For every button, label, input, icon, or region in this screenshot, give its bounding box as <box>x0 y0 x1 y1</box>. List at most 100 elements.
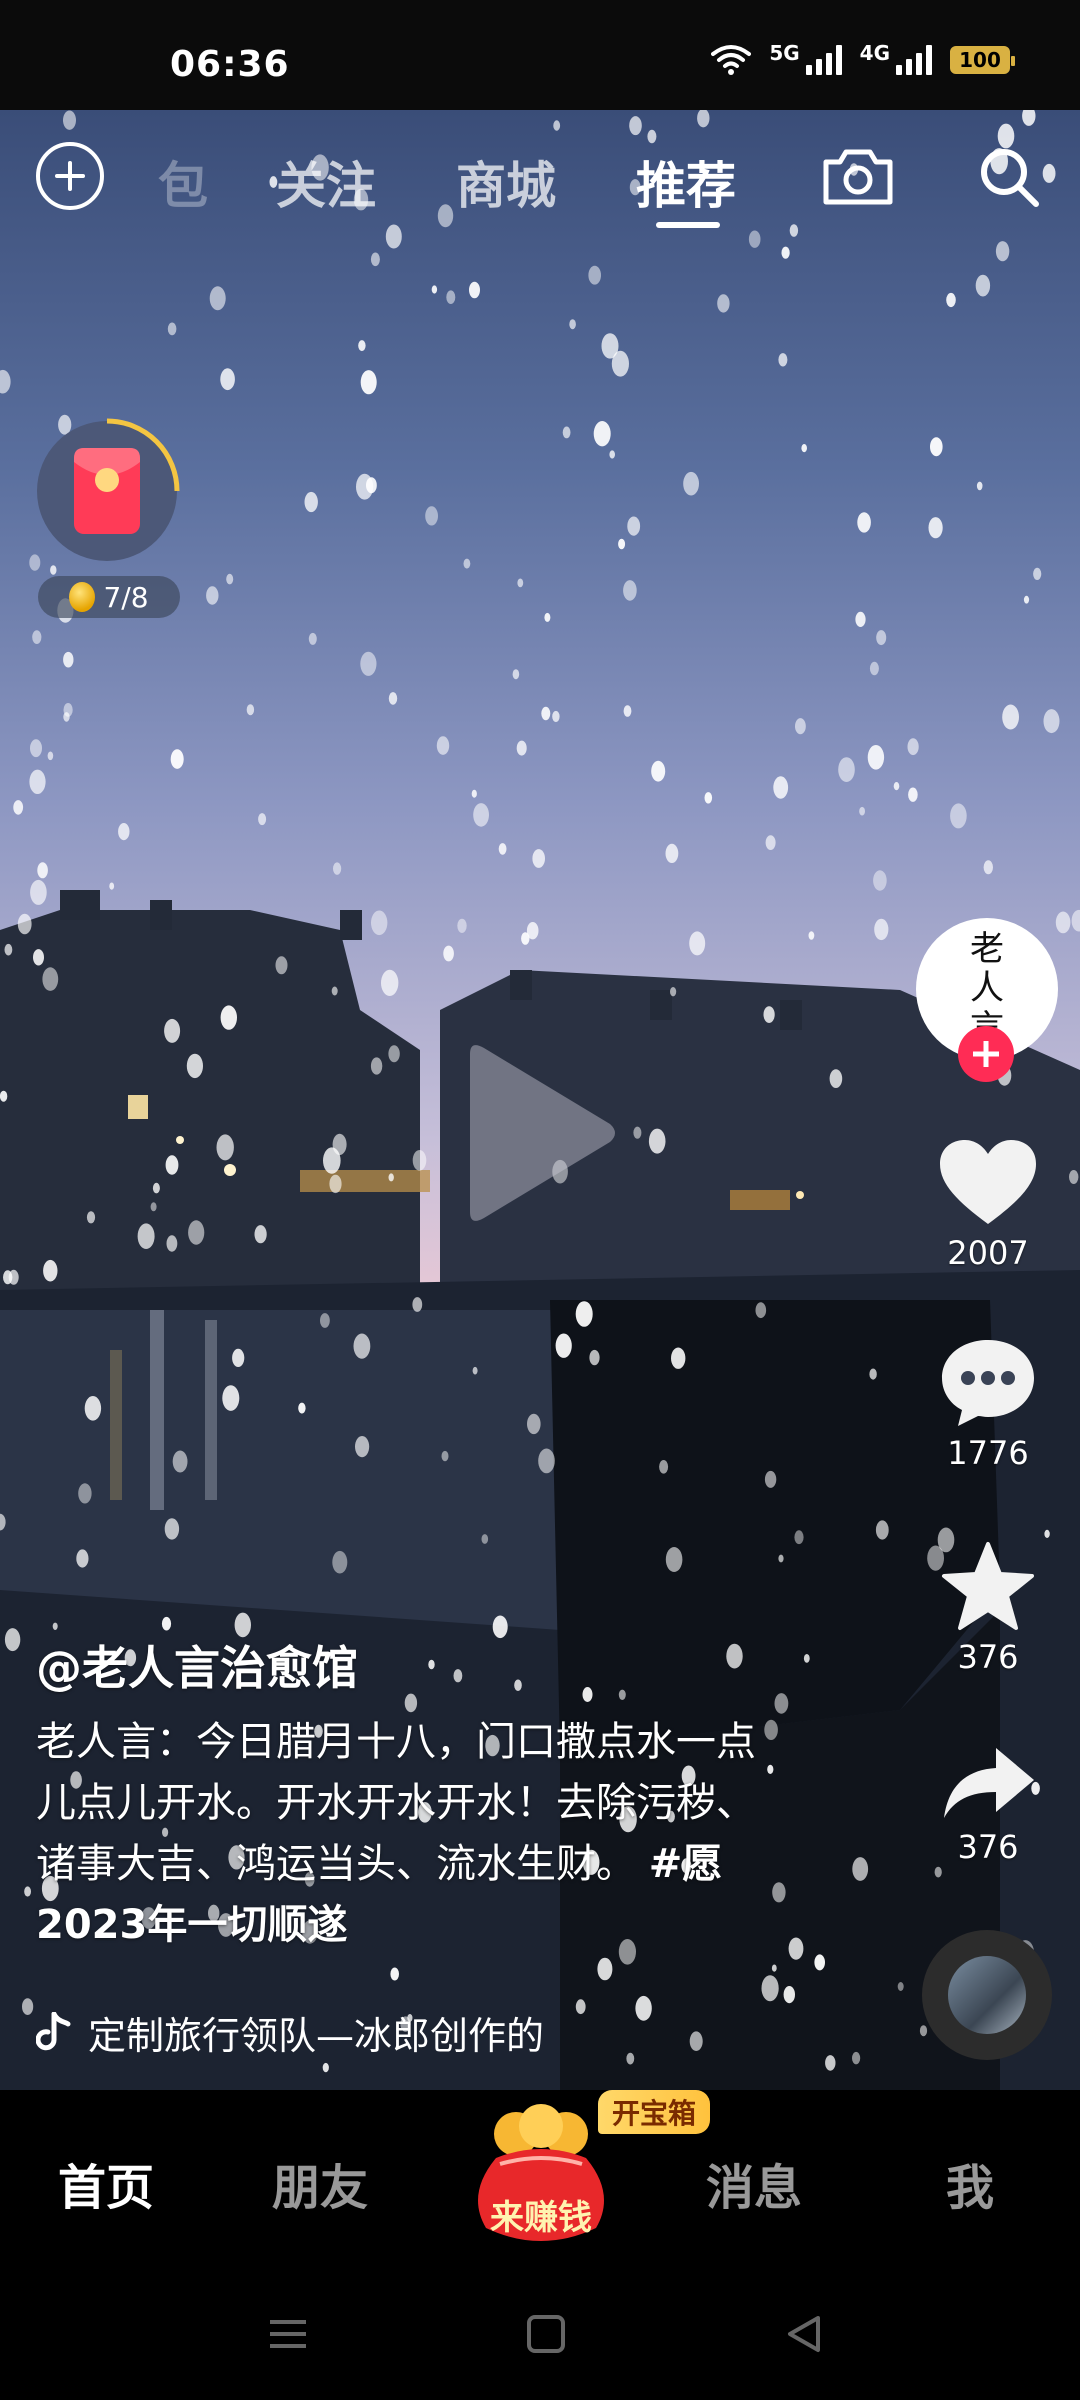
snowflake <box>0 1513 6 1531</box>
snowflake <box>86 1211 96 1224</box>
snowflake <box>78 1483 92 1504</box>
snowflake <box>795 718 806 735</box>
snowflake <box>765 835 776 850</box>
snowflake <box>220 1005 237 1030</box>
snowflake <box>353 1333 371 1359</box>
snowflake <box>404 1693 418 1713</box>
snowflake <box>43 1259 58 1282</box>
add-plus-icon[interactable] <box>36 142 104 210</box>
snowflake <box>186 1053 203 1079</box>
snowflake <box>109 882 115 890</box>
snowflake <box>671 1347 686 1369</box>
tab-mall[interactable]: 商城 <box>456 146 556 218</box>
snowflake <box>569 319 576 330</box>
snowflake <box>626 2052 635 2065</box>
snowflake <box>333 862 342 875</box>
treasure-badge[interactable]: 开宝箱 <box>598 2090 710 2134</box>
snowflake <box>771 1964 777 1972</box>
back-triangle-icon[interactable] <box>784 2314 824 2354</box>
snowflake <box>1043 709 1060 734</box>
snowflake <box>358 340 366 352</box>
snowflake <box>0 1090 8 1102</box>
music-marquee[interactable]: 定制旅行领队—冰郎创作的 <box>36 2006 596 2058</box>
star-icon <box>942 1542 1034 1630</box>
snowflake <box>873 870 887 891</box>
snowflake <box>370 252 380 267</box>
snowflake <box>161 1616 172 1631</box>
snowflake <box>172 1450 188 1473</box>
nav-friends[interactable]: 朋友 <box>272 2148 368 2218</box>
snowflake <box>517 578 524 588</box>
home-square-icon[interactable] <box>526 2314 566 2354</box>
snowflake <box>164 1018 181 1043</box>
search-icon[interactable] <box>976 144 1042 210</box>
music-disc-icon[interactable] <box>922 1930 1052 2060</box>
share-button[interactable]: 376 <box>924 1742 1052 1866</box>
nav-me[interactable]: 我 <box>946 2148 994 2218</box>
snowflake <box>983 860 993 875</box>
comment-button[interactable]: 1776 <box>924 1336 1052 1472</box>
follow-button[interactable] <box>958 1026 1014 1082</box>
snowflake <box>37 862 48 879</box>
play-icon[interactable] <box>460 1040 620 1226</box>
snowflake <box>412 1297 423 1312</box>
snowflake <box>390 1967 400 1981</box>
menu-icon[interactable] <box>268 2314 308 2354</box>
nav-home[interactable]: 首页 <box>58 2148 154 2218</box>
snowflake <box>814 1954 825 1971</box>
snowflake <box>0 369 11 394</box>
snowflake <box>930 437 943 457</box>
snowflake <box>428 1659 435 1670</box>
snowflake <box>150 1202 157 1212</box>
avatar-char-2: 人 <box>970 968 1004 1009</box>
share-count: 376 <box>957 1828 1019 1866</box>
camera-icon[interactable] <box>820 146 896 206</box>
snowflake <box>774 1693 789 1714</box>
snowflake <box>222 1385 240 1411</box>
snowflake <box>30 879 47 905</box>
snowflake <box>651 760 666 782</box>
snowflake <box>472 1366 478 1375</box>
snowflake <box>946 292 956 308</box>
snowflake <box>623 705 632 717</box>
tab-recommend[interactable]: 推荐 <box>636 146 736 218</box>
tab-faded[interactable]: 包 <box>158 146 208 218</box>
snowflake <box>852 1857 869 1881</box>
snowflake <box>232 1348 245 1367</box>
snowflake <box>188 1220 205 1245</box>
snowflake <box>492 1615 508 1639</box>
snowflake <box>609 450 615 459</box>
snowflake <box>388 1045 400 1063</box>
snowflake <box>562 426 571 439</box>
snowflake <box>704 792 713 804</box>
earn-label: 来赚钱 <box>490 2198 592 2238</box>
snowflake <box>755 1302 767 1319</box>
signal-5g-icon <box>805 45 842 75</box>
snowflake <box>859 806 865 816</box>
red-packet-icon[interactable] <box>34 418 180 564</box>
snowflake <box>665 1547 683 1572</box>
snowflake <box>322 2062 329 2073</box>
screen: 06:36 5G 4G 100 包 关注 商城 推荐 7/8 老 人 2007 … <box>0 0 1080 2400</box>
snowflake <box>304 491 318 513</box>
battery-level: 100 <box>959 48 1001 72</box>
snowflake <box>436 736 450 755</box>
status-bar: 06:36 5G 4G 100 <box>0 0 1080 110</box>
snowflake <box>226 573 234 585</box>
snowflake <box>627 516 641 536</box>
nav-messages[interactable]: 消息 <box>706 2148 802 2218</box>
earn-button[interactable]: 来赚钱 <box>466 2104 616 2254</box>
snowflake <box>206 586 219 605</box>
snowflake <box>919 2025 928 2037</box>
snowflake <box>976 481 983 491</box>
battery-icon: 100 <box>950 46 1015 74</box>
author-name[interactable]: @老人言治愈馆 <box>36 1632 358 1698</box>
snowflake <box>875 1520 889 1540</box>
like-button[interactable]: 2007 <box>924 1138 1052 1272</box>
snowflake <box>443 945 454 962</box>
snowflake <box>950 803 967 829</box>
snowflake <box>689 2031 703 2051</box>
tab-following[interactable]: 关注 <box>276 146 376 218</box>
snowflake <box>659 1460 669 1474</box>
favorite-button[interactable]: 376 <box>924 1540 1052 1676</box>
